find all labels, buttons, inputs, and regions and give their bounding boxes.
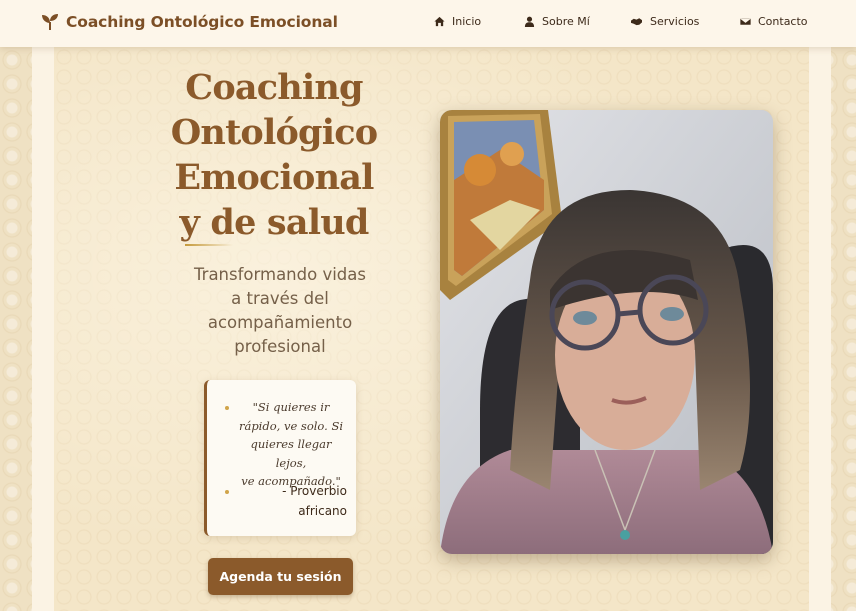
subtitle-line: profesional	[234, 337, 326, 356]
title-underline-divider	[185, 244, 233, 246]
bullet-icon	[225, 406, 229, 410]
user-icon	[524, 16, 535, 27]
envelope-icon	[740, 17, 751, 26]
quote-line: "Si quieres ir	[252, 400, 330, 414]
bullet-icon	[225, 490, 229, 494]
subtitle-line: acompañamiento	[207, 313, 353, 332]
handshake-icon	[631, 18, 642, 26]
sprout-icon	[42, 14, 58, 30]
portrait-illustration	[440, 110, 773, 554]
hero-title: Coaching Ontológico Emocional y de salud	[158, 65, 390, 245]
quote-line: rápido, ve solo. Si	[238, 418, 344, 433]
quote-line: quieres llegar lejos,	[250, 437, 332, 470]
nav-link-contacto[interactable]: Contacto	[740, 15, 808, 28]
brand-name: Coaching Ontológico Emocional	[66, 13, 338, 31]
subtitle-line: a través del	[231, 289, 329, 308]
author-line: africano	[298, 503, 347, 518]
nav-link-label: Servicios	[650, 15, 700, 28]
nav-link-label: Contacto	[758, 15, 808, 28]
nav-link-sobre-mi[interactable]: Sobre Mí	[524, 15, 590, 28]
proverb-quote-text: "Si quieres ir rápido, ve solo. Si quier…	[235, 398, 347, 491]
brand-logo-link[interactable]: Coaching Ontológico Emocional	[40, 12, 338, 32]
hero-title-line: Ontológico	[170, 112, 378, 153]
hero-title-line: Emocional	[174, 157, 374, 198]
hero-title-line: y de salud	[179, 202, 369, 243]
nav-link-label: Inicio	[452, 15, 482, 28]
nav-link-inicio[interactable]: Inicio	[434, 15, 481, 28]
coach-portrait-photo	[440, 110, 773, 554]
nav-link-servicios[interactable]: Servicios	[630, 15, 699, 28]
proverb-quote-card: "Si quieres ir rápido, ve solo. Si quier…	[204, 380, 356, 536]
author-line: - Proverbio	[282, 484, 347, 498]
book-session-button[interactable]: Agenda tu sesión	[208, 558, 353, 595]
top-navbar: Coaching Ontológico Emocional Inicio Sob…	[0, 0, 856, 47]
proverb-author: - Proverbio africano	[265, 482, 347, 521]
home-icon	[434, 16, 445, 27]
hero-title-line: Coaching	[185, 67, 363, 108]
hero-subtitle: Transformando vidas a través del acompañ…	[180, 263, 380, 359]
nav-link-label: Sobre Mí	[542, 15, 590, 28]
subtitle-line: Transformando vidas	[194, 265, 366, 284]
